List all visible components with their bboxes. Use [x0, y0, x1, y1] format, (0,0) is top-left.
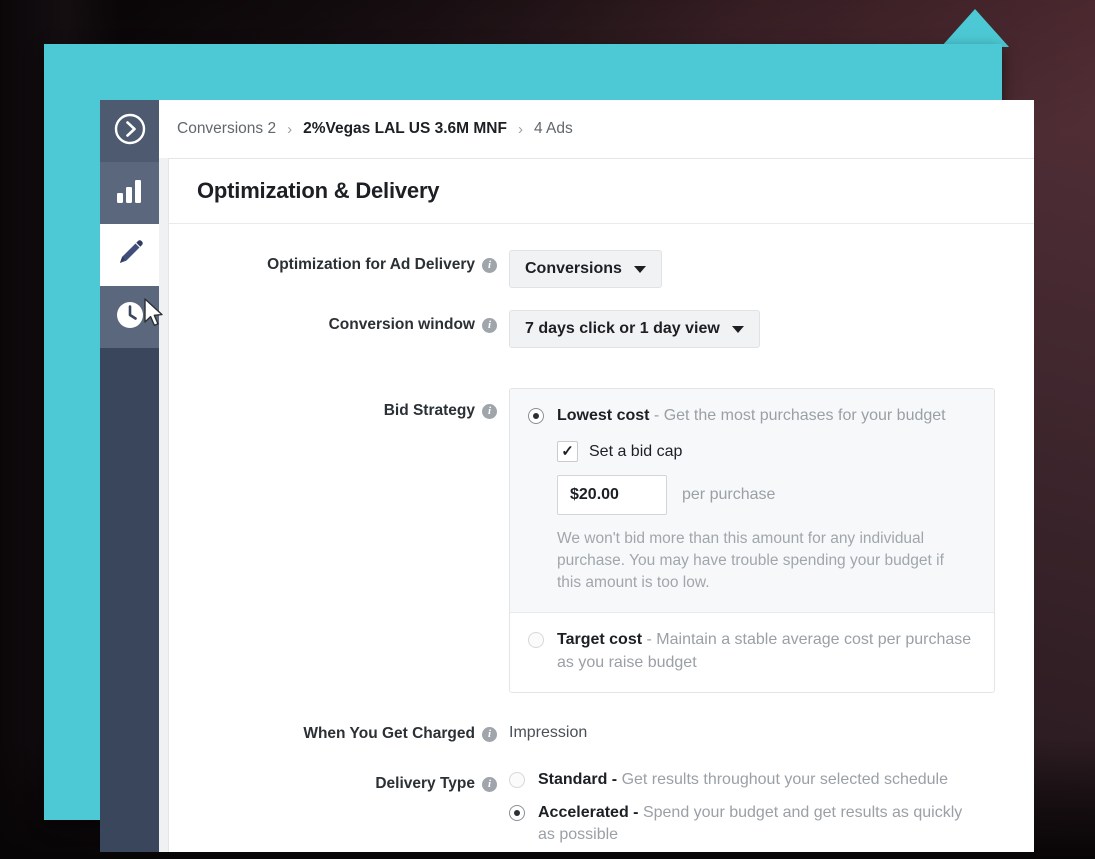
bid-cap-block: ✓ Set a bid cap per purchase We wo	[557, 441, 976, 594]
sidebar-item-analytics[interactable]	[100, 162, 159, 224]
optimization-dropdown[interactable]: Conversions	[509, 250, 662, 288]
delivery-option-standard-text: Standard - Get results throughout your s…	[538, 769, 979, 791]
row-optimization: Optimization for Ad Delivery i Conversio…	[169, 250, 1034, 288]
info-icon[interactable]: i	[482, 317, 497, 333]
bid-cap-help-text: We won't bid more than this amount for a…	[557, 530, 944, 592]
breadcrumb-separator-icon: ›	[517, 120, 523, 138]
label-conversion-window: Conversion window i	[169, 310, 509, 334]
bid-option-lowest-cost[interactable]: Lowest cost - Get the most purchases for…	[510, 389, 994, 613]
main-pane: Conversions 2 › 2%Vegas LAL US 3.6M MNF …	[159, 100, 1034, 852]
pencil-icon	[115, 238, 145, 273]
breadcrumb-item-adset[interactable]: 2%Vegas LAL US 3.6M MNF	[303, 120, 507, 138]
sidebar-item-history[interactable]	[100, 286, 159, 348]
label-delivery-type-text: Delivery Type	[375, 775, 475, 793]
bid-cap-unit-label: per purchase	[682, 486, 776, 504]
label-optimization-text: Optimization for Ad Delivery	[267, 256, 475, 273]
bid-option-lowest-cost-title: Lowest cost	[557, 407, 650, 424]
field-bid-strategy: Lowest cost - Get the most purchases for…	[509, 388, 1034, 694]
settings-card: Optimization & Delivery Optimization for…	[168, 158, 1034, 852]
label-bid-strategy: Bid Strategy i	[169, 388, 509, 420]
label-when-charged: When You Get Charged i	[169, 719, 509, 743]
highlight-frame: Conversions 2 › 2%Vegas LAL US 3.6M MNF …	[44, 44, 1034, 852]
delivery-option-accelerated-text: Accelerated - Spend your budget and get …	[538, 802, 979, 847]
breadcrumb-item-ads[interactable]: 4 Ads	[534, 120, 573, 138]
conversion-window-dropdown-value: 7 days click or 1 day view	[525, 320, 720, 337]
radio-target-cost[interactable]	[528, 632, 544, 649]
bid-cap-input-row: per purchase	[557, 475, 976, 516]
sidebar-item-collapse-toggle[interactable]	[100, 100, 159, 162]
breadcrumb-separator-icon: ›	[287, 120, 293, 138]
radio-accelerated[interactable]	[509, 804, 525, 821]
breadcrumb: Conversions 2 › 2%Vegas LAL US 3.6M MNF …	[159, 100, 1034, 158]
field-conversion-window: 7 days click or 1 day view	[509, 310, 1034, 348]
bid-option-target-cost[interactable]: Target cost - Maintain a stable average …	[510, 612, 994, 692]
bid-option-target-cost-dash: -	[642, 631, 657, 649]
row-conversion-window: Conversion window i 7 days click or 1 da…	[169, 310, 1034, 348]
bar-chart-icon	[115, 177, 145, 210]
label-bid-strategy-text: Bid Strategy	[383, 402, 475, 419]
clock-icon	[113, 298, 147, 337]
sidebar-rail	[100, 100, 159, 852]
bid-cap-checkbox-label: Set a bid cap	[589, 442, 683, 460]
delivery-option-accelerated[interactable]: Accelerated - Spend your budget and get …	[509, 802, 979, 847]
info-icon[interactable]: i	[482, 726, 497, 742]
delivery-option-standard[interactable]: Standard - Get results throughout your s…	[509, 769, 979, 791]
info-icon[interactable]: i	[482, 403, 497, 419]
bid-strategy-card: Lowest cost - Get the most purchases for…	[509, 388, 995, 694]
callout-pointer-triangle	[941, 9, 1009, 47]
page-title: Optimization & Delivery	[197, 178, 440, 203]
chevron-down-icon	[731, 325, 744, 333]
delivery-option-accelerated-title: Accelerated -	[538, 803, 639, 821]
delivery-option-standard-description: Get results throughout your selected sch…	[617, 771, 948, 789]
bid-option-target-cost-title: Target cost	[557, 631, 643, 649]
label-when-charged-text: When You Get Charged	[303, 725, 475, 743]
bid-cap-checkbox[interactable]: ✓	[557, 441, 578, 463]
field-delivery-type: Standard - Get results throughout your s…	[509, 769, 1034, 852]
label-delivery-type: Delivery Type i	[169, 769, 509, 793]
row-when-charged: When You Get Charged i Impression	[169, 719, 1034, 743]
conversion-window-dropdown[interactable]: 7 days click or 1 day view	[509, 310, 760, 348]
bid-cap-checkbox-row[interactable]: ✓ Set a bid cap	[557, 441, 976, 463]
breadcrumb-item-campaign[interactable]: Conversions 2	[177, 120, 276, 138]
sidebar-filler	[100, 348, 159, 852]
info-icon[interactable]: i	[482, 776, 497, 792]
info-icon[interactable]: i	[482, 257, 497, 273]
bid-option-lowest-cost-dash: -	[649, 407, 664, 424]
row-delivery-type: Delivery Type i Standard - Get results t…	[169, 769, 1034, 852]
field-optimization: Conversions	[509, 250, 1034, 288]
chevron-right-circle-icon	[113, 112, 147, 151]
label-conversion-window-text: Conversion window	[328, 316, 475, 333]
radio-lowest-cost[interactable]	[528, 408, 544, 424]
chevron-down-icon	[633, 265, 646, 273]
optimization-dropdown-value: Conversions	[525, 260, 622, 277]
delivery-option-standard-title: Standard -	[538, 771, 618, 789]
bid-option-lowest-cost-text: Lowest cost - Get the most purchases for…	[557, 405, 976, 427]
field-when-charged: Impression	[509, 719, 1034, 742]
card-body: Optimization for Ad Delivery i Conversio…	[169, 224, 1034, 852]
radio-standard[interactable]	[509, 772, 525, 789]
bid-option-target-cost-text: Target cost - Maintain a stable average …	[557, 629, 976, 674]
sidebar-item-edit[interactable]	[100, 224, 159, 286]
app-window: Conversions 2 › 2%Vegas LAL US 3.6M MNF …	[100, 100, 1034, 852]
row-bid-strategy: Bid Strategy i Lowest cost - Get the mos…	[169, 388, 1034, 694]
bid-cap-input[interactable]	[557, 475, 667, 516]
when-charged-value: Impression	[509, 724, 588, 742]
card-header: Optimization & Delivery	[169, 159, 1034, 224]
bid-option-lowest-cost-description: Get the most purchases for your budget	[663, 407, 946, 424]
label-optimization: Optimization for Ad Delivery i	[169, 250, 509, 274]
